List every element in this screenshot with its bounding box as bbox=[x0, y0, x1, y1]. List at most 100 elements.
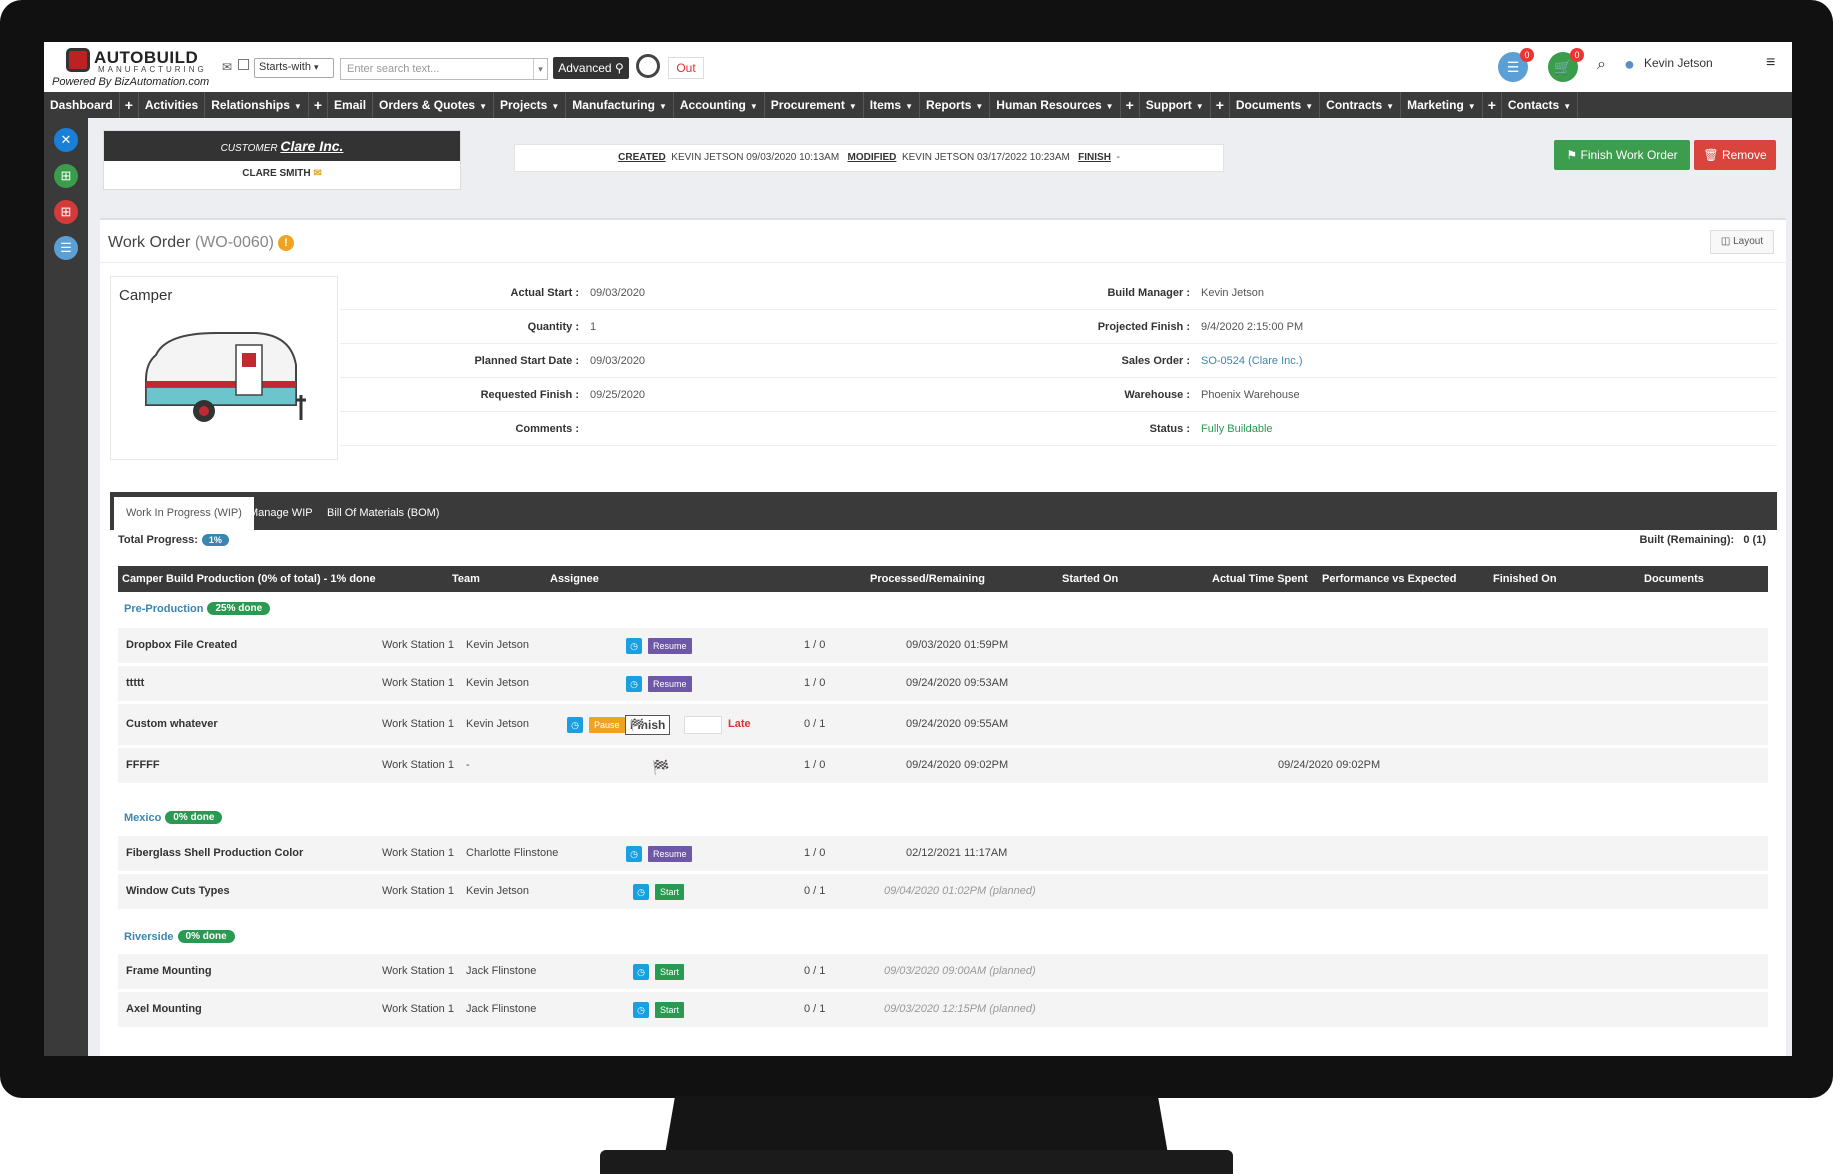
group-header[interactable]: Mexico 0% done bbox=[124, 811, 223, 824]
logo[interactable]: AUTOBUILD MANUFACTURING Powered By BizAu… bbox=[48, 46, 218, 90]
group-name[interactable]: Mexico bbox=[124, 812, 161, 824]
cart-red-icon[interactable]: ⊞ bbox=[54, 200, 78, 224]
group-name[interactable]: Pre-Production bbox=[124, 603, 203, 615]
nav-item-items[interactable]: Items ▼ bbox=[864, 92, 921, 118]
time-input[interactable] bbox=[684, 716, 722, 734]
finish-button[interactable]: 🏁 Finish bbox=[625, 715, 671, 735]
total-progress: Total Progress: 1% bbox=[118, 534, 229, 546]
nav-item-support[interactable]: Support ▼ bbox=[1140, 92, 1211, 118]
mail-icon[interactable]: ✉ bbox=[313, 168, 321, 179]
nav-plus-icon[interactable]: + bbox=[1211, 92, 1230, 118]
nav-plus-icon[interactable]: + bbox=[1121, 92, 1140, 118]
nav-item-contacts[interactable]: Contacts ▼ bbox=[1502, 92, 1579, 118]
pause-button[interactable]: Pause bbox=[589, 717, 625, 733]
resume-button[interactable]: Resume bbox=[648, 846, 692, 862]
column-header[interactable]: Team bbox=[452, 573, 480, 585]
column-header[interactable]: Finished On bbox=[1493, 573, 1557, 585]
tab-manage-wip[interactable]: Manage WIP bbox=[237, 497, 325, 530]
column-header[interactable]: Started On bbox=[1062, 573, 1118, 585]
start-button[interactable]: Start bbox=[655, 884, 685, 900]
user-name[interactable]: Kevin Jetson bbox=[1644, 56, 1713, 70]
cart: 🛒 0 bbox=[1548, 42, 1584, 92]
modified-label: MODIFIED bbox=[847, 152, 897, 163]
timer-icon[interactable]: ◷ bbox=[626, 846, 642, 862]
nav-item-documents[interactable]: Documents ▼ bbox=[1230, 92, 1321, 118]
column-header[interactable]: Documents bbox=[1644, 573, 1704, 585]
group-name[interactable]: Riverside bbox=[124, 931, 174, 943]
timer-icon[interactable]: ◷ bbox=[633, 964, 649, 980]
nav-item-label: Dashboard bbox=[50, 98, 113, 112]
nav-item-reports[interactable]: Reports ▼ bbox=[920, 92, 991, 118]
table-row: ttttt Work Station 1 Kevin Jetson 1 / 0 09/2… bbox=[118, 666, 1768, 702]
customer-box: CUSTOMER Clare Inc. CLARE SMITH ✉ bbox=[103, 130, 461, 190]
hamburger-menu-icon[interactable]: ≡ bbox=[1766, 54, 1775, 72]
nav-item-dashboard[interactable]: Dashboard bbox=[44, 92, 120, 118]
column-header[interactable]: Actual Time Spent bbox=[1212, 573, 1308, 585]
timer-icon[interactable]: ◷ bbox=[626, 676, 642, 692]
nav-item-marketing[interactable]: Marketing ▼ bbox=[1401, 92, 1483, 118]
email-icon[interactable]: ✉ bbox=[222, 60, 232, 74]
checkbox[interactable] bbox=[238, 59, 249, 70]
tab-work-in-progress-wip-[interactable]: Work In Progress (WIP) bbox=[114, 497, 254, 530]
layout-button[interactable]: ◫ Layout bbox=[1710, 230, 1774, 254]
table-row: FFFFF Work Station 1- 1 / 0 09/24/2020 09:0… bbox=[118, 748, 1768, 784]
column-header[interactable]: Camper Build Production (0% of total) - … bbox=[122, 573, 376, 585]
product-name: Camper bbox=[119, 287, 173, 304]
remove-button[interactable]: 🗑 Remove bbox=[1694, 140, 1776, 170]
nav-item-activities[interactable]: Activities bbox=[139, 92, 206, 118]
column-header[interactable]: Processed/Remaining bbox=[870, 573, 985, 585]
nav-item-email[interactable]: Email bbox=[328, 92, 374, 118]
alert-icon[interactable]: ! bbox=[277, 235, 294, 251]
nav-item-orders-quotes[interactable]: Orders & Quotes ▼ bbox=[373, 92, 494, 118]
group-header[interactable]: Pre-Production 25% done bbox=[124, 602, 271, 615]
nav-item-label: Support bbox=[1145, 98, 1192, 112]
resume-button[interactable]: Resume bbox=[648, 638, 692, 654]
dropdown-arrow-icon[interactable]: ▾ bbox=[533, 59, 547, 79]
timer-icon[interactable]: ◷ bbox=[626, 638, 642, 654]
nav-item-procurement[interactable]: Procurement ▼ bbox=[765, 92, 864, 118]
cart-icon[interactable]: 🛒 0 bbox=[1548, 48, 1584, 82]
nav-plus-icon[interactable]: + bbox=[120, 92, 139, 118]
nav-plus-icon[interactable]: + bbox=[1483, 92, 1502, 118]
start-button[interactable]: Start bbox=[655, 1002, 685, 1018]
cart-green-icon[interactable]: ⊞ bbox=[54, 164, 78, 188]
clock-out-button[interactable]: Out bbox=[668, 57, 704, 79]
finish-work-order-button[interactable]: ⚑ Finish Work Order bbox=[1554, 140, 1690, 170]
contact-name: CLARE SMITH bbox=[242, 168, 311, 179]
field-value[interactable]: SO-0524 (Clare Inc.) bbox=[1201, 355, 1302, 367]
task-name: FFFFF bbox=[126, 759, 160, 771]
timer-icon[interactable]: ◷ bbox=[633, 884, 649, 900]
start-button[interactable]: Start bbox=[655, 964, 685, 980]
search-input[interactable]: Enter search text... ▾ bbox=[340, 58, 548, 80]
total-progress-label: Total Progress: bbox=[118, 534, 198, 546]
advanced-search-button[interactable]: Advanced ⚲ bbox=[553, 57, 629, 79]
database-icon[interactable]: ☰ 0 bbox=[1498, 48, 1534, 82]
customer-link[interactable]: Clare Inc. bbox=[280, 138, 343, 154]
nav-item-projects[interactable]: Projects ▼ bbox=[494, 92, 567, 118]
nav-plus-icon[interactable]: + bbox=[309, 92, 329, 118]
checkered-flag-icon: 🏁 bbox=[652, 759, 670, 775]
nav-item-accounting[interactable]: Accounting ▼ bbox=[674, 92, 765, 118]
nav-item-human-resources[interactable]: Human Resources ▼ bbox=[990, 92, 1121, 118]
stopwatch-icon[interactable] bbox=[636, 54, 660, 78]
resume-button[interactable]: Resume bbox=[648, 676, 692, 692]
column-header[interactable]: Performance vs Expected bbox=[1322, 573, 1457, 585]
group-header[interactable]: Riverside 0% done bbox=[124, 930, 235, 943]
created-label: CREATED bbox=[618, 152, 666, 163]
nav-item-manufacturing[interactable]: Manufacturing ▼ bbox=[566, 92, 674, 118]
table-row: Frame Mounting Work Station 1 Jack Flinsto… bbox=[118, 954, 1768, 990]
search-mode-select[interactable]: Starts-with ▾ bbox=[254, 58, 334, 78]
nav-item-relationships[interactable]: Relationships ▼ bbox=[205, 92, 309, 118]
database-sidebar-icon[interactable]: ☰ bbox=[54, 236, 78, 260]
timer-icon[interactable]: ◷ bbox=[567, 717, 583, 733]
assignee: Kevin Jetson bbox=[466, 718, 529, 730]
timer-icon[interactable]: ◷ bbox=[633, 1002, 649, 1018]
task-name: Window Cuts Types bbox=[126, 885, 230, 897]
tab-bill-of-materials-bom-[interactable]: Bill Of Materials (BOM) bbox=[315, 497, 451, 530]
column-header[interactable]: Assignee bbox=[550, 573, 599, 585]
customer-contact[interactable]: CLARE SMITH ✉ bbox=[104, 161, 460, 189]
tools-icon[interactable]: ✕ bbox=[54, 128, 78, 152]
avatar[interactable]: ● bbox=[1624, 54, 1635, 75]
zoom-search-icon[interactable]: ⌕ bbox=[1597, 56, 1606, 74]
nav-item-contracts[interactable]: Contracts ▼ bbox=[1320, 92, 1402, 118]
